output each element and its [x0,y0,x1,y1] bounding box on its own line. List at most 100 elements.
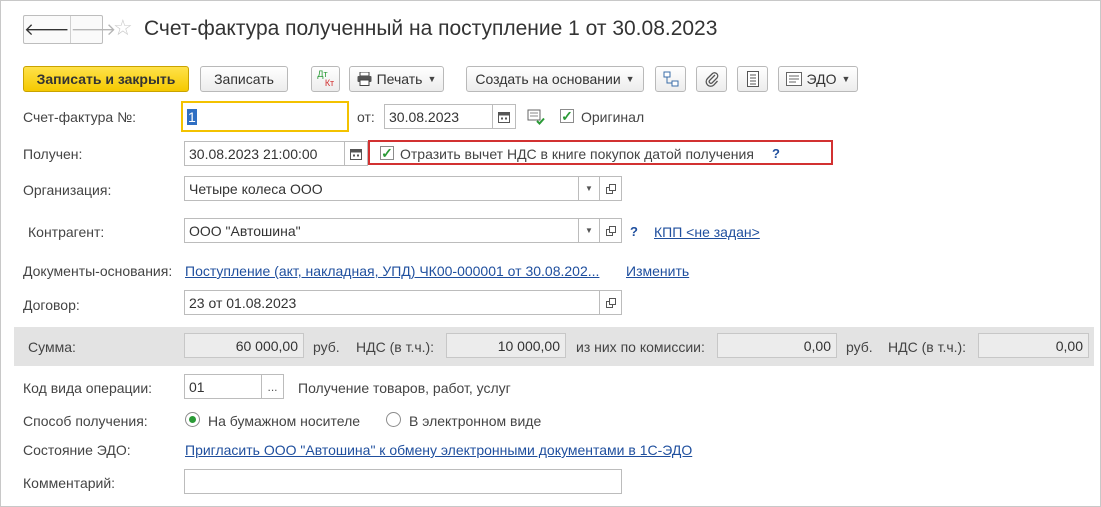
contract-open-button[interactable] [599,290,622,315]
printer-icon [357,72,372,86]
counterparty-dropdown-button[interactable]: ▼ [578,218,600,243]
counterparty-input[interactable]: ООО "Автошина" [184,218,579,243]
chevron-down-icon: ▼ [585,184,593,193]
commission-vat-value: 0,00 [1055,337,1083,354]
received-label: Получен: [23,146,83,162]
organization-dropdown-button[interactable]: ▼ [578,176,600,201]
original-label: Оригинал [581,109,645,125]
invoice-date-value: 30.08.2023 [389,108,460,125]
chevron-down-icon: ▼ [841,74,851,84]
document-check-icon[interactable] [527,109,545,125]
kpp-link[interactable]: КПП <не задан> [654,223,760,241]
arrow-right-icon: 🡒 [70,19,117,39]
attach-button[interactable] [696,66,727,92]
chevron-down-icon: ▼ [427,74,437,84]
navigation-buttons: 🡐 🡒 [23,15,116,44]
invoice-number-label: Счет-фактура №: [23,109,137,125]
operation-code-value: 01 [189,378,205,395]
comment-input[interactable] [184,469,622,494]
organization-label: Организация: [23,182,112,198]
forward-button[interactable]: 🡒 [71,16,117,43]
vat-field: 10 000,00 [446,333,566,358]
create-based-on-button[interactable]: Создать на основании ▼ [466,66,644,92]
create-based-on-label: Создать на основании [475,71,621,87]
organization-open-button[interactable] [599,176,622,201]
change-link[interactable]: Изменить [626,262,689,280]
edo-label: ЭДО [806,71,837,87]
commission-value: 0,00 [803,337,831,354]
commission-vat-label: НДС (в т.ч.): [888,339,967,355]
contract-value: 23 от 01.08.2023 [189,294,297,311]
operation-code-select-button[interactable]: ... [261,374,284,399]
paper-radio[interactable] [185,412,200,427]
commission-currency-label: руб. [846,339,873,355]
vat-value: 10 000,00 [497,337,560,354]
operation-code-description: Получение товаров, работ, услуг [298,380,511,396]
calendar-icon [498,111,510,123]
amount-label: Сумма: [28,339,76,355]
invoice-number-input[interactable]: 1 [181,101,349,132]
edo-invite-link[interactable]: Пригласить ООО "Автошина" к обмену элект… [185,441,692,459]
list-button[interactable] [737,66,768,92]
base-documents-link[interactable]: Поступление (акт, накладная, УПД) ЧК00-0… [185,262,599,280]
comment-label: Комментарий: [23,475,116,491]
structure-button[interactable] [655,66,686,92]
dtkt-button[interactable]: Дт Кт [311,66,340,92]
paperclip-icon [705,71,719,87]
vat-deduct-checkbox[interactable]: ✓ [380,146,394,160]
calendar-button[interactable] [492,104,516,129]
arrow-left-icon: 🡐 [24,19,70,39]
invoice-number-value: 1 [187,108,197,125]
paper-radio-label: На бумажном носителе [208,413,361,429]
chevron-down-icon: ▼ [625,74,635,84]
organization-value: Четыре колеса ООО [189,180,323,197]
received-date-input[interactable]: 30.08.2023 21:00:00 [184,141,345,166]
received-date-value: 30.08.2023 21:00:00 [189,145,318,162]
vat-deduct-help[interactable]: ? [772,145,780,163]
operation-code-label: Код вида операции: [23,380,153,396]
base-documents-label: Документы-основания: [23,263,173,279]
amount-field: 60 000,00 [184,333,304,358]
received-calendar-button[interactable] [344,141,368,166]
counterparty-value: ООО "Автошина" [189,222,301,239]
chevron-down-icon: ▼ [585,226,593,235]
save-and-close-button[interactable]: Записать и закрыть [23,66,189,92]
back-button[interactable]: 🡐 [24,16,71,43]
page-title: Счет-фактура полученный на поступление 1… [144,17,718,40]
contract-input[interactable]: 23 от 01.08.2023 [184,290,600,315]
star-icon[interactable]: ☆ [113,15,133,41]
print-label: Печать [376,71,423,87]
invoice-date-input[interactable]: 30.08.2023 [384,104,493,129]
dtkt-icon-bottom: Кт [324,78,335,88]
print-button[interactable]: Печать ▼ [349,66,444,92]
save-button[interactable]: Записать [200,66,288,92]
open-icon [605,225,616,236]
electronic-radio[interactable] [386,412,401,427]
edo-button[interactable]: ЭДО ▼ [778,66,858,92]
vat-label: НДС (в т.ч.): [356,339,435,355]
operation-code-input[interactable]: 01 [184,374,262,399]
edo-state-label: Состояние ЭДО: [23,442,131,458]
save-label: Записать [214,71,274,87]
counterparty-help[interactable]: ? [630,223,638,241]
open-icon [605,297,616,308]
ellipsis-icon: ... [267,379,278,394]
commission-label: из них по комиссии: [576,339,705,355]
receiving-method-label: Способ получения: [23,413,148,429]
currency-label: руб. [313,339,340,355]
counterparty-label: Контрагент: [28,224,105,240]
edo-icon [785,72,802,86]
hierarchy-icon [663,71,679,87]
contract-label: Договор: [23,297,80,313]
electronic-radio-label: В электронном виде [409,413,542,429]
counterparty-open-button[interactable] [599,218,622,243]
from-label: от: [357,109,375,125]
calendar-icon [350,148,362,160]
radio-selected-dot [189,416,196,423]
original-checkbox[interactable]: ✓ [560,109,574,123]
amount-value: 60 000,00 [235,337,298,354]
open-icon [605,183,616,194]
organization-input[interactable]: Четыре колеса ООО [184,176,579,201]
save-and-close-label: Записать и закрыть [36,71,176,87]
commission-vat-field: 0,00 [978,333,1089,358]
